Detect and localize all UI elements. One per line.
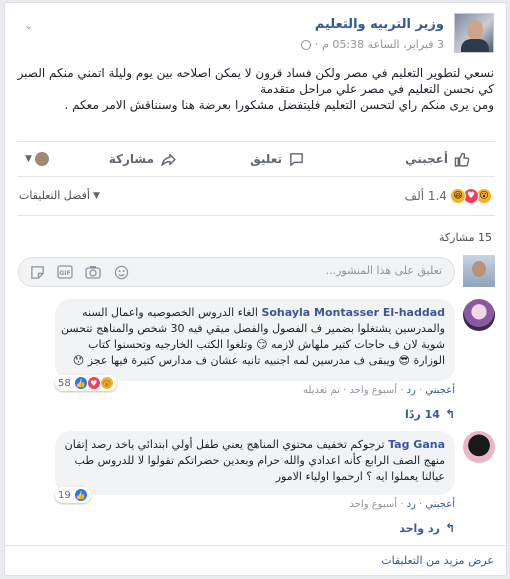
comment-item: Tag Gana ترجوكم تخفيف محتوي المناهج يعني…: [17, 431, 495, 541]
globe-icon: [300, 39, 311, 50]
post-line: ومن يرى منكم راي لتحسن التعليم فليتفضل م…: [64, 98, 494, 112]
haha-reaction-icon: 😆: [450, 188, 466, 204]
reply-arrow-icon: ↰: [444, 521, 455, 535]
avatar[interactable]: [463, 431, 495, 463]
comment-like-link[interactable]: أعجبني: [425, 499, 455, 510]
post-text: نسعي لتطوير التعليم في مصر ولكن فساد قرو…: [16, 65, 494, 113]
thumbs-up-icon: [454, 152, 470, 167]
post-card: وزير التربيه والتعليم 3 فبراير، الساعة 0…: [4, 2, 507, 576]
comment-text-line: عيالنا يعملوا ايه ؟ ارحموا اولياء الامور: [275, 470, 445, 483]
reaction-summary[interactable]: 😆 ♥ 😮 1.4 ألف: [405, 188, 492, 204]
comment-reactions[interactable]: 19 👍: [55, 487, 91, 503]
caret-down-icon: ▼: [92, 190, 100, 201]
post-meta: 3 فبراير، الساعة 05:38 م ·: [300, 38, 444, 51]
sticker-icon[interactable]: [29, 264, 45, 280]
comment-reaction-count: 19: [58, 489, 71, 501]
camera-icon[interactable]: [85, 264, 101, 280]
like-label: أعجبني: [405, 152, 448, 166]
share-label: مشاركة: [108, 152, 154, 166]
wow-reaction-icon: 😮: [99, 376, 114, 390]
love-reaction-icon: ♥: [86, 376, 101, 390]
page-avatar[interactable]: [454, 13, 494, 53]
post-line: نسعي لتطوير التعليم في مصر ولكن فساد قرو…: [17, 66, 494, 80]
comment-meta: أعجبني · رد · أسبوع واحد · تم تعديله: [303, 385, 455, 396]
comment-text-line: الوزارة 😎 ويبقى ف مدرسين لمه اجنبيه تاني…: [72, 354, 445, 367]
comment-button[interactable]: تعليق: [250, 151, 305, 168]
svg-text:GIF: GIF: [59, 270, 70, 277]
post-line: كي نحسن التعليم في مصر علي مراحل متقدمة: [260, 82, 494, 96]
replies-count: رد واحد: [399, 521, 440, 535]
comment-bubble: Sohayla Montasser El-haddad الغاء الدروس…: [55, 299, 455, 381]
view-more-comments-link[interactable]: عرض مزيد من التعليقات: [381, 554, 494, 567]
comment-label: تعليق: [250, 152, 282, 166]
comment-reactions[interactable]: 58 👍 ♥ 😮: [55, 375, 117, 391]
comment-age[interactable]: أسبوع واحد: [350, 499, 398, 510]
comment-item: Sohayla Montasser El-haddad الغاء الدروس…: [17, 299, 495, 431]
reaction-identity-selector[interactable]: ▼: [25, 152, 49, 166]
share-count[interactable]: 15 مشاركة: [439, 231, 492, 244]
view-replies-link[interactable]: ↰ رد واحد: [399, 521, 455, 535]
meta-separator: ·: [314, 38, 319, 51]
avatar[interactable]: [463, 299, 495, 331]
like-reaction-icon: 👍: [73, 376, 88, 390]
comment-text-line: ترجوكم تخفيف محتوي المناهج يعني طفل أولي…: [64, 438, 385, 451]
comment-reaction-count: 58: [58, 377, 71, 389]
post-action-bar: أعجبني تعليق مشاركة ▼: [17, 141, 495, 177]
share-button[interactable]: مشاركة: [109, 151, 177, 168]
comment-author[interactable]: Tag Gana: [388, 438, 445, 451]
post-header: وزير التربيه والتعليم 3 فبراير، الساعة 0…: [24, 13, 494, 57]
avatar: [463, 255, 495, 287]
comment-field-wrapper: GIF: [18, 257, 455, 287]
edited-label[interactable]: تم تعديله: [303, 385, 340, 396]
avatar: [34, 152, 49, 166]
reply-arrow-icon: ↰: [444, 407, 455, 421]
reaction-count: 1.4 ألف: [404, 189, 447, 203]
comment-meta: أعجبني · رد · أسبوع واحد: [349, 499, 456, 510]
sort-label: أفضل التعليقات: [19, 189, 90, 202]
comment-age[interactable]: أسبوع واحد: [350, 385, 398, 396]
like-reaction-icon: 👍: [73, 488, 88, 502]
view-replies-link[interactable]: ↰ 14 ردًا: [405, 407, 455, 421]
like-button[interactable]: أعجبني: [405, 151, 471, 168]
comment-composer: GIF: [17, 255, 495, 289]
comment-text-line: منهج الصف الرابع كأنه اعدادي والله حرام …: [74, 454, 445, 467]
comment-sort-dropdown[interactable]: أفضل التعليقات ▼: [19, 189, 100, 202]
post-timestamp[interactable]: 3 فبراير، الساعة 05:38 م: [322, 38, 444, 51]
more-comments-bar: عرض مزيد من التعليقات: [5, 545, 506, 573]
comment-like-link[interactable]: أعجبني: [425, 385, 455, 396]
emoji-icon[interactable]: [113, 264, 129, 280]
comment-input[interactable]: [242, 264, 442, 277]
page-name[interactable]: وزير التربيه والتعليم: [315, 17, 444, 32]
share-arrow-icon: [161, 153, 176, 166]
replies-count: 14 ردًا: [405, 407, 440, 421]
comment-text-line: الغاء الدروس الخصوصيه واعمال السنه: [82, 306, 258, 319]
comment-bubble: Tag Gana ترجوكم تخفيف محتوي المناهج يعني…: [55, 431, 455, 495]
comment-reply-link[interactable]: رد: [407, 385, 416, 396]
comment-author[interactable]: Sohayla Montasser El-haddad: [261, 306, 445, 319]
post-options-chevron-icon[interactable]: ⌄: [24, 19, 33, 32]
gif-icon[interactable]: GIF: [57, 264, 73, 280]
comment-icon: [290, 152, 303, 166]
caret-down-icon: ▼: [25, 154, 32, 164]
comment-text-line: شوية لان ف حاجات كتير ملهاش لازمه 😏 وتلغ…: [88, 338, 445, 351]
divider: [17, 215, 495, 216]
comment-text-line: والمدرسين يشتغلوا بضمير ف الفصول والفصل …: [60, 322, 445, 335]
comment-reply-link[interactable]: رد: [407, 499, 416, 510]
